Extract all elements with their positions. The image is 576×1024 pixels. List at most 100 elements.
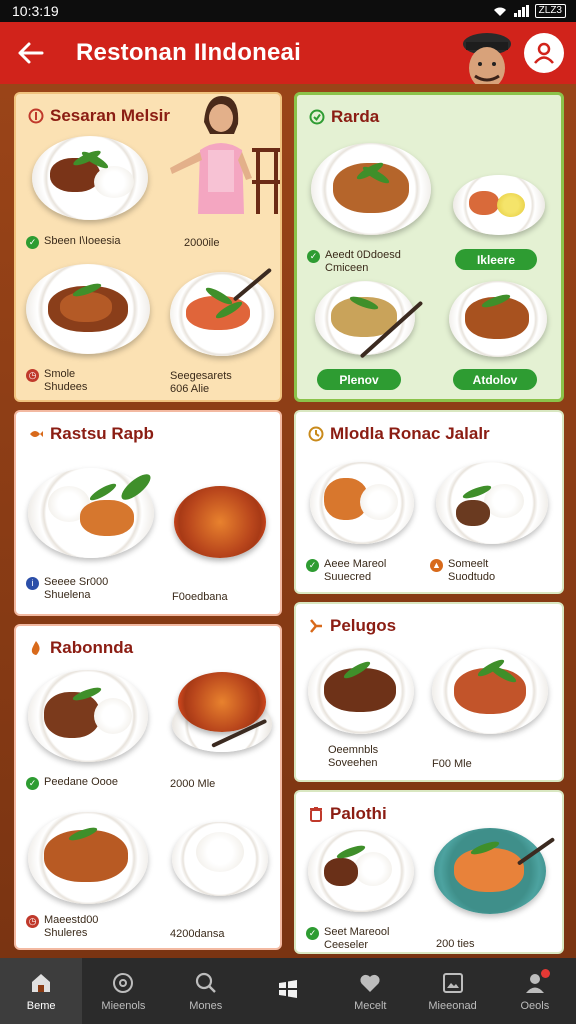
card-title: Rabonnda	[50, 638, 134, 657]
card-palothi[interactable]: Palothi ✓ Seet Mareool Ceeseler 200 ties	[294, 790, 564, 954]
clock-icon: ◷	[26, 915, 39, 928]
dish-image[interactable]	[28, 670, 148, 762]
signal-icon	[513, 5, 529, 17]
dish-info: ✓ Aeedt 0Ddoesd Cmiceen	[307, 249, 401, 275]
leaf-icon: ✓	[307, 250, 320, 263]
dish-info: ✓ Peedane Oooe	[26, 776, 118, 790]
dish-info: F00 Mle	[432, 758, 472, 770]
leaf-icon	[309, 109, 325, 125]
card-title: Rastsu Rapb	[50, 424, 154, 443]
dish-image[interactable]	[172, 822, 268, 896]
heart-icon	[358, 971, 382, 995]
dish-info: ✓ Aeee Mareol Suuecred	[306, 558, 386, 584]
card-pelugos[interactable]: Pelugos Oeemnbls Soveehen F00 Mle	[294, 602, 564, 782]
spoon-icon	[28, 108, 44, 124]
dish-price: 2000ile	[184, 237, 220, 249]
status-icons: ZLZ3	[492, 4, 566, 18]
search-icon	[194, 971, 218, 995]
status-time: 10:3:19	[12, 3, 59, 19]
dish-image[interactable]	[26, 264, 150, 354]
windows-icon	[276, 977, 300, 1001]
dish-image[interactable]	[453, 175, 545, 235]
dish-image[interactable]	[170, 272, 274, 356]
profile-button[interactable]	[524, 33, 564, 73]
dish-info: 4200dansa	[170, 928, 225, 940]
dish-image[interactable]	[310, 462, 414, 544]
nav-item-gallery[interactable]: Mieeonad	[411, 958, 493, 1024]
dish-image[interactable]	[28, 812, 148, 904]
dish-info: ◷ Maeestd00 Shuleres	[26, 914, 98, 940]
dish-info: F0oedbana	[172, 591, 228, 603]
dish-image[interactable]	[178, 672, 266, 732]
battery-indicator: ZLZ3	[534, 4, 566, 18]
fish-icon	[28, 426, 44, 442]
card-rarda[interactable]: Rarda ✓ Aeedt 0Ddoesd Cmiceen Ikleere Ple…	[294, 92, 564, 402]
card-mlodla-ronac-jalalr[interactable]: Mlodla Ronac Jalalr ✓ Aeee Mareol Suuecre…	[294, 410, 564, 594]
dish-info: ✓ Seet Mareool Ceeseler	[306, 926, 389, 952]
dish-name: Sbeen I\Ioeesia	[44, 235, 121, 247]
compass-icon	[111, 971, 135, 995]
app-bar: Restonan IIndoneai	[0, 22, 576, 166]
clock-icon: ◷	[26, 369, 39, 382]
card-title: Pelugos	[330, 616, 397, 635]
flame-icon	[28, 640, 44, 656]
image-icon	[441, 971, 465, 995]
dish-image[interactable]	[308, 830, 414, 912]
user-icon	[534, 42, 554, 64]
dish-info: Seegesarets 606 Alie	[170, 370, 232, 395]
leaf-icon: ✓	[306, 559, 319, 572]
card-title: Palothi	[330, 804, 387, 823]
arrow-left-icon	[18, 42, 44, 64]
dish-info: 200 ties	[436, 938, 475, 950]
card-title: Sesaran Melsir	[50, 106, 171, 125]
dish-image[interactable]	[434, 828, 546, 914]
leaf-icon: ✓	[26, 236, 39, 249]
trash-icon	[308, 806, 324, 822]
leaf-icon: ✓	[306, 927, 319, 940]
dish-info: i Seeee Sr000 Shuelena	[26, 576, 108, 602]
card-rastsu-rapb[interactable]: Rastsu Rapb i Seeee Sr000 Shuelena F0oedb…	[14, 410, 282, 616]
dish-image[interactable]	[174, 486, 266, 558]
order-button[interactable]: Atdolov	[453, 369, 537, 390]
fork-icon	[308, 618, 324, 634]
dish-image[interactable]	[436, 462, 548, 544]
dish-image[interactable]	[311, 143, 431, 235]
nav-item-favorites[interactable]: Mecelt	[329, 958, 411, 1024]
dish-image[interactable]	[32, 136, 148, 220]
order-button[interactable]: Ikleere	[455, 249, 537, 270]
back-button[interactable]	[0, 22, 60, 84]
clock-icon	[308, 426, 324, 442]
nav-item-windows[interactable]	[247, 958, 329, 1024]
home-icon	[29, 971, 53, 995]
nav-item-home[interactable]: Beme	[0, 958, 83, 1024]
app-title: Restonan IIndoneai	[76, 39, 301, 66]
dish-image[interactable]	[432, 648, 548, 734]
status-bar: 10:3:19 ZLZ3	[0, 0, 576, 22]
dish-image[interactable]	[308, 648, 414, 734]
nav-item-search[interactable]: Mones	[165, 958, 247, 1024]
dish-info: ◷ Smole Shudees	[26, 368, 87, 394]
wifi-icon	[493, 7, 506, 16]
dish-info: ✓ Sbeen I\Ioeesia	[26, 235, 120, 249]
card-title: Mlodla Ronac Jalalr	[330, 424, 490, 443]
dish-image[interactable]	[28, 468, 155, 558]
person-icon	[523, 968, 550, 995]
card-rabonnda[interactable]: Rabonnda ✓ Peedane Oooe 2000 Mle ◷ Maees…	[14, 624, 282, 950]
card-sesaran-melsir[interactable]: Sesaran Melsir ✓ Sbeen I\Ioeesia 2000ile	[14, 92, 282, 402]
flame-icon: ▲	[430, 559, 443, 572]
nav-item-explore[interactable]: Mieenols	[82, 958, 164, 1024]
notification-dot	[540, 968, 550, 978]
waitress-illustration	[170, 96, 280, 214]
card-title: Rarda	[331, 107, 380, 126]
dish-image[interactable]	[449, 281, 547, 357]
info-icon: i	[26, 577, 39, 590]
content-area: Sesaran Melsir ✓ Sbeen I\Ioeesia 2000ile	[0, 84, 576, 958]
leaf-icon: ✓	[26, 777, 39, 790]
dish-info: ▲ Someelt Suodtudo	[430, 558, 495, 584]
dish-price: 2000 Mle	[170, 778, 216, 790]
dish-info: Oeemnbls Soveehen	[328, 744, 379, 769]
nav-item-profile[interactable]: Oeols	[494, 958, 576, 1024]
order-button[interactable]: Plenov	[317, 369, 401, 390]
dish-name: Peedane Oooe	[44, 776, 119, 788]
bottom-navigation: Beme Mieenols Mones Mecelt Mieeonad Oeol…	[0, 958, 576, 1024]
